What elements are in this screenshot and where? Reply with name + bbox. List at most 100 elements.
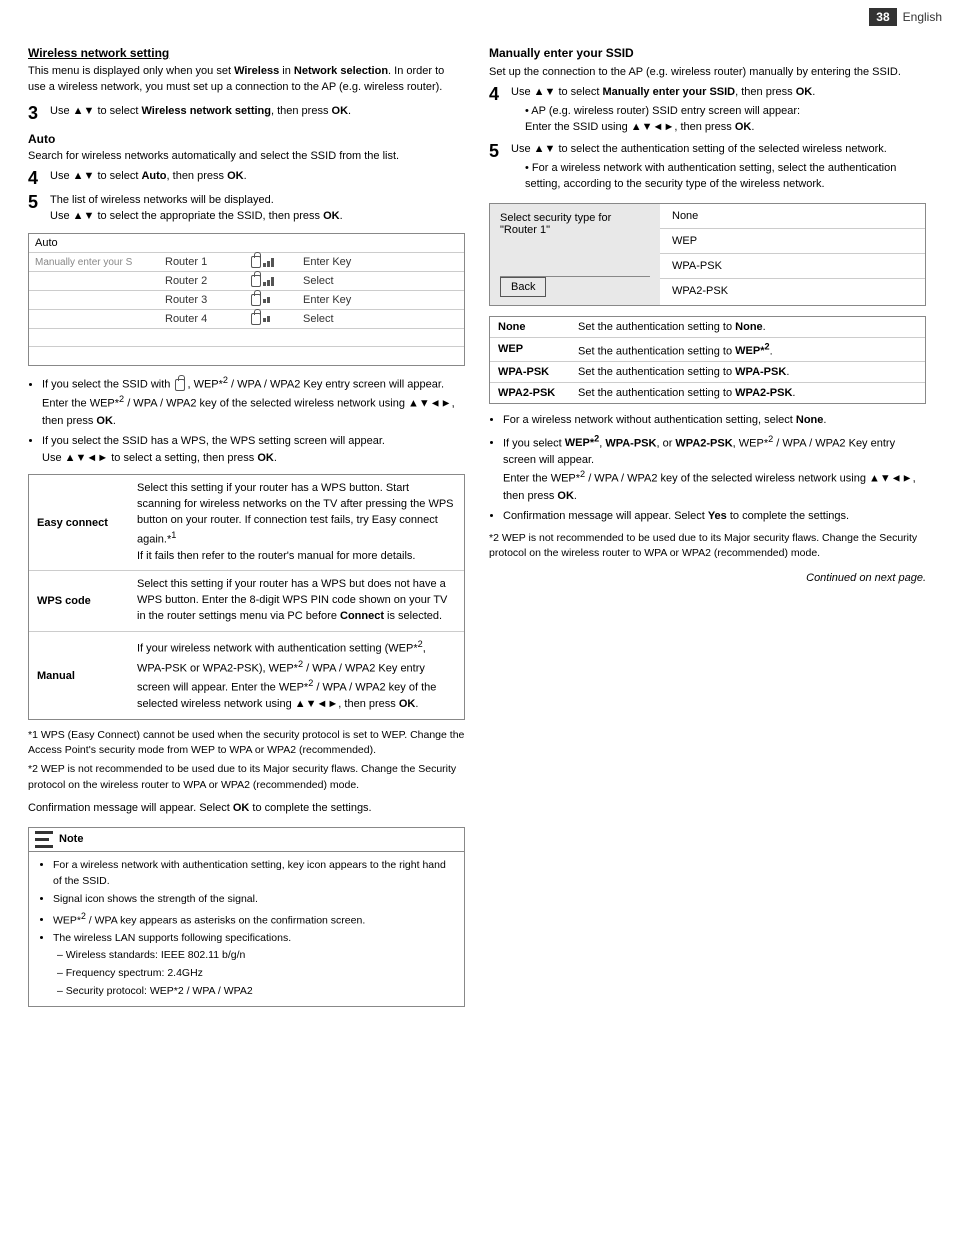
spec-freq: Frequency spectrum: 2.4GHz bbox=[57, 965, 454, 981]
right-bullet-3: Confirmation message will appear. Select… bbox=[503, 508, 926, 525]
auth-row-none: None Set the authentication setting to N… bbox=[490, 317, 925, 338]
right-step-5-text: Use ▲▼ to select the authentication sett… bbox=[511, 142, 926, 193]
note-title: Note bbox=[59, 833, 83, 845]
auth-val-wpa2psk: Set the authentication setting to WPA2-P… bbox=[570, 383, 925, 403]
note-line-3 bbox=[35, 845, 53, 848]
step-5-row: 5 The list of wireless networks will be … bbox=[28, 193, 465, 225]
note-bullet-1: For a wireless network with authenticati… bbox=[53, 857, 454, 890]
security-back-area: Back bbox=[500, 276, 650, 297]
note-bullet-3: WEP*2 / WPA key appears as asterisks on … bbox=[53, 910, 454, 929]
signal-3 bbox=[263, 297, 270, 303]
security-opt-wpa2-psk[interactable]: WPA2-PSK bbox=[660, 279, 925, 303]
security-opt-wep[interactable]: WEP bbox=[660, 229, 925, 254]
signal-2 bbox=[263, 277, 274, 286]
wps-desc-easy: Select this setting if your router has a… bbox=[129, 475, 464, 570]
right-intro: Set up the connection to the AP (e.g. wi… bbox=[489, 65, 926, 81]
wps-desc-manual: If your wireless network with authentica… bbox=[129, 632, 464, 719]
inline-lock bbox=[175, 379, 185, 391]
auth-val-wpapsk: Set the authentication setting to WPA-PS… bbox=[570, 362, 925, 382]
auth-key-none: None bbox=[490, 317, 570, 337]
confirm-line: Confirmation message will appear. Select… bbox=[28, 801, 465, 817]
net-col-r5: Router 4 bbox=[159, 310, 249, 328]
right-step-4-text: Use ▲▼ to select Manually enter your SSI… bbox=[511, 85, 926, 136]
net-col-r3: Router 2 bbox=[159, 272, 249, 290]
step-3-text: Use ▲▼ to select Wireless network settin… bbox=[50, 104, 465, 120]
net-col-auto: Auto bbox=[29, 234, 159, 252]
net-col-act3: Select bbox=[299, 272, 464, 290]
auth-table: None Set the authentication setting to N… bbox=[489, 316, 926, 405]
net-col-3 bbox=[29, 278, 159, 284]
security-box-label: Select security type for"Router 1" bbox=[500, 212, 650, 236]
right-footnote-2: *2 WEP is not recommended to be used due… bbox=[489, 531, 926, 563]
security-box-right: None WEP WPA-PSK WPA2-PSK bbox=[660, 204, 925, 305]
spec-security: Security protocol: WEP*2 / WPA / WPA2 bbox=[57, 983, 454, 999]
step-3-row: 3 Use ▲▼ to select Wireless network sett… bbox=[28, 104, 465, 124]
auth-val-none: Set the authentication setting to None. bbox=[570, 317, 925, 337]
net-col-icon5 bbox=[249, 310, 299, 328]
security-opt-none[interactable]: None bbox=[660, 204, 925, 229]
net-bullet-2: If you select the SSID has a WPS, the WP… bbox=[42, 433, 465, 466]
net-col-icon4 bbox=[249, 291, 299, 309]
page: 38 English Wireless network setting This… bbox=[0, 0, 954, 1235]
step-5-num: 5 bbox=[28, 193, 46, 213]
wps-desc-code: Select this setting if your router has a… bbox=[129, 571, 464, 631]
signal-4 bbox=[263, 316, 270, 322]
wps-row-code: WPS code Select this setting if your rou… bbox=[29, 571, 464, 632]
network-bullets: If you select the SSID with , WEP*2 / WP… bbox=[42, 374, 465, 466]
net-col-r4: Router 3 bbox=[159, 291, 249, 309]
lock-icon-4 bbox=[251, 313, 261, 325]
step-5-text: The list of wireless networks will be di… bbox=[50, 193, 465, 225]
spec-security-val: WEP*2 / WPA / WPA2 bbox=[150, 985, 253, 997]
footnote-2: *2 WEP is not recommended to be used due… bbox=[28, 762, 465, 792]
two-col-layout: Wireless network setting This menu is di… bbox=[28, 46, 926, 1007]
security-box-left: Select security type for"Router 1" Back bbox=[490, 204, 660, 305]
net-row-empty2 bbox=[29, 347, 464, 365]
note-icon bbox=[35, 831, 53, 848]
security-type-box: Select security type for"Router 1" Back … bbox=[489, 203, 926, 306]
left-footnotes: *1 WPS (Easy Connect) cannot be used whe… bbox=[28, 728, 465, 793]
wps-table: Easy connect Select this setting if your… bbox=[28, 474, 465, 720]
net-row-manual: Manually enter your S Router 1 Enter Key bbox=[29, 253, 464, 272]
step-4-text: Use ▲▼ to select Auto, then press OK. bbox=[50, 169, 465, 185]
right-step-5-sub: • For a wireless network with authentica… bbox=[525, 161, 926, 193]
wireless-intro: This menu is displayed only when you set… bbox=[28, 64, 465, 96]
auth-key-wpa2psk: WPA2-PSK bbox=[490, 383, 570, 403]
auth-row-wep: WEP Set the authentication setting to WE… bbox=[490, 338, 925, 363]
net-col-act5: Select bbox=[299, 310, 464, 328]
note-content: For a wireless network with authenticati… bbox=[29, 852, 464, 1007]
back-button[interactable]: Back bbox=[500, 277, 546, 297]
step-4-num: 4 bbox=[28, 169, 46, 189]
right-section-title: Manually enter your SSID bbox=[489, 46, 926, 60]
auto-title: Auto bbox=[28, 132, 465, 146]
page-lang: English bbox=[903, 10, 942, 24]
signal-1 bbox=[263, 258, 274, 267]
net-row-4: Router 3 Enter Key bbox=[29, 291, 464, 310]
spec-standards-val: IEEE 802.11 b/g/n bbox=[161, 949, 245, 961]
net-row-3: Router 2 Select bbox=[29, 272, 464, 291]
right-step-4-num: 4 bbox=[489, 85, 507, 105]
net-row-empty bbox=[29, 329, 464, 347]
step-3-num: 3 bbox=[28, 104, 46, 124]
right-footnotes: *2 WEP is not recommended to be used due… bbox=[489, 531, 926, 563]
spec-standards: Wireless standards: IEEE 802.11 b/g/n bbox=[57, 947, 454, 963]
auth-key-wpapsk: WPA-PSK bbox=[490, 362, 570, 382]
note-box: Note For a wireless network with authent… bbox=[28, 827, 465, 1008]
network-list-table: Auto Manually enter your S Router 1 bbox=[28, 233, 465, 366]
wps-row-easy: Easy connect Select this setting if your… bbox=[29, 475, 464, 571]
wireless-section-title: Wireless network setting bbox=[28, 46, 465, 60]
net-col-icon2 bbox=[249, 253, 299, 271]
wps-row-manual: Manual If your wireless network with aut… bbox=[29, 632, 464, 719]
note-line-1 bbox=[35, 831, 53, 834]
col-left: Wireless network setting This menu is di… bbox=[28, 46, 465, 1007]
wps-label-easy: Easy connect bbox=[29, 475, 129, 570]
net-row-5: Router 4 Select bbox=[29, 310, 464, 329]
step-5-text2: Use ▲▼ to select the appropriate the SSI… bbox=[50, 210, 343, 222]
net-col-act1 bbox=[299, 240, 464, 246]
step-4-row: 4 Use ▲▼ to select Auto, then press OK. bbox=[28, 169, 465, 189]
col-right: Manually enter your SSID Set up the conn… bbox=[489, 46, 926, 1007]
net-bullet-1: If you select the SSID with , WEP*2 / WP… bbox=[42, 374, 465, 429]
auth-row-wpa2psk: WPA2-PSK Set the authentication setting … bbox=[490, 383, 925, 403]
step-5-text1: The list of wireless networks will be di… bbox=[50, 194, 274, 206]
note-bullet-2: Signal icon shows the strength of the si… bbox=[53, 891, 454, 907]
security-opt-wpa-psk[interactable]: WPA-PSK bbox=[660, 254, 925, 279]
